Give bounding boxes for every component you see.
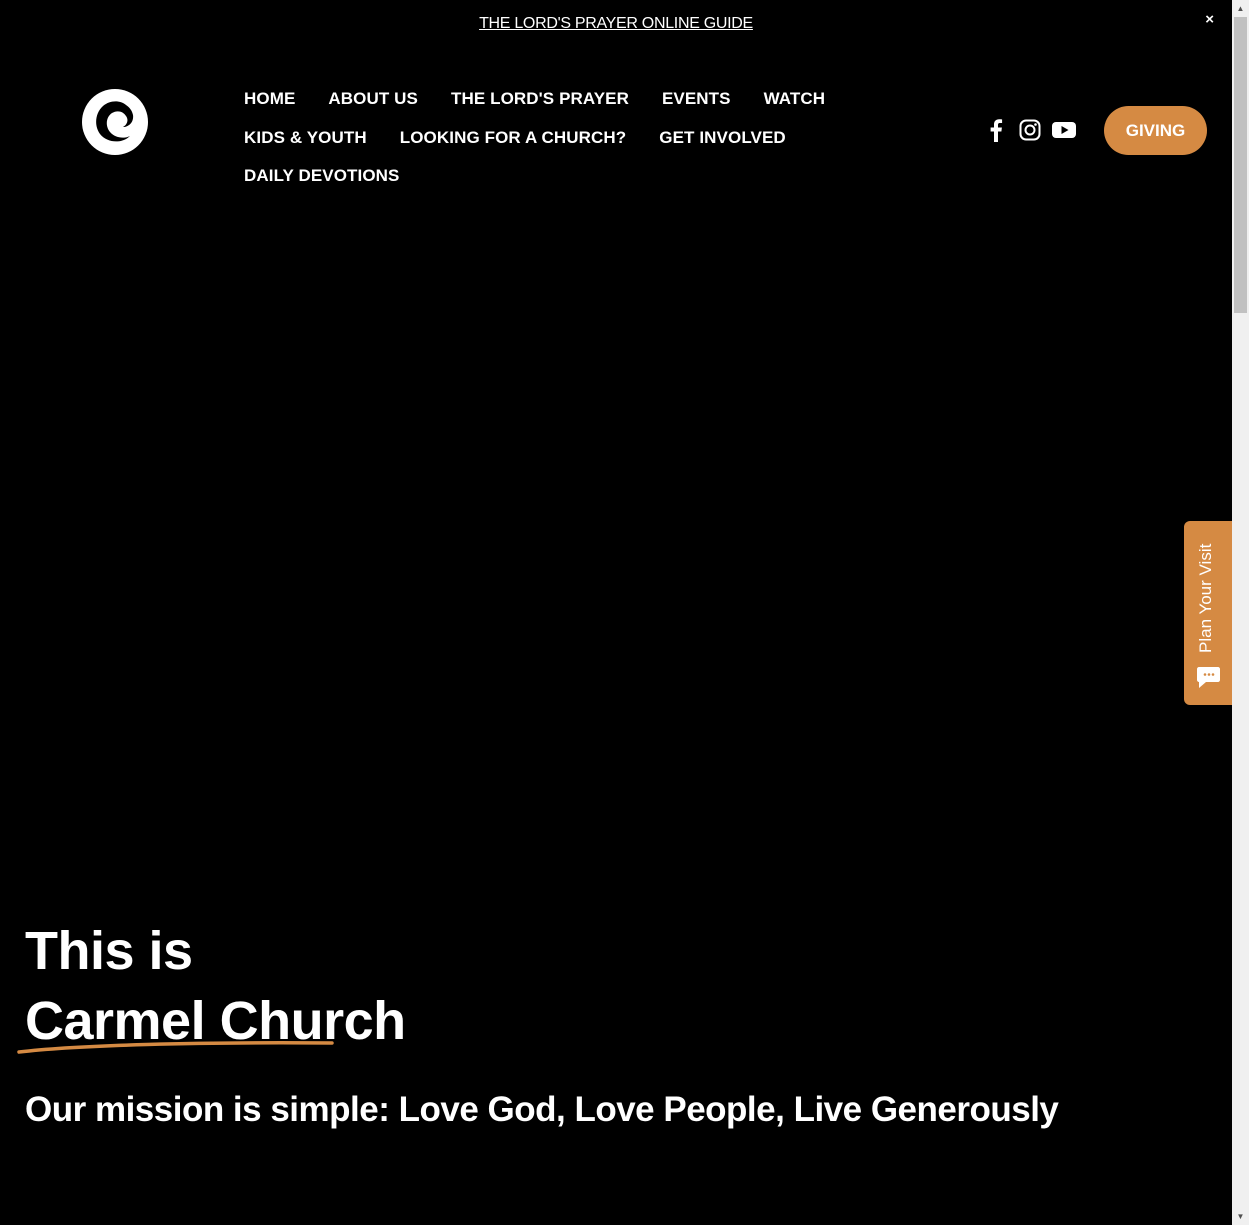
nav-item-home[interactable]: HOME xyxy=(244,89,295,109)
scrollbar-thumb[interactable] xyxy=(1234,17,1247,313)
nav-item-lords-prayer[interactable]: THE LORD'S PRAYER xyxy=(451,89,629,109)
youtube-icon[interactable] xyxy=(1052,118,1076,142)
social-links xyxy=(984,118,1086,142)
nav-row: HOME ABOUT US THE LORD'S PRAYER EVENTS W… xyxy=(244,80,884,119)
main-nav: HOME ABOUT US THE LORD'S PRAYER EVENTS W… xyxy=(244,80,884,196)
announcement-bar: THE LORD'S PRAYER ONLINE GUIDE × xyxy=(0,0,1232,50)
accent-underline xyxy=(17,1041,334,1054)
vertical-scrollbar[interactable]: ▲ ▼ xyxy=(1232,0,1249,1225)
nav-row: DAILY DEVOTIONS xyxy=(244,157,884,196)
mission-statement: Our mission is simple: Love God, Love Pe… xyxy=(25,1090,1059,1129)
giving-button[interactable]: GIVING xyxy=(1104,106,1207,155)
facebook-icon[interactable] xyxy=(984,118,1008,142)
announcement-link[interactable]: THE LORD'S PRAYER ONLINE GUIDE xyxy=(0,15,1232,33)
page: THE LORD'S PRAYER ONLINE GUIDE × HOME AB… xyxy=(0,0,1249,1225)
nav-item-watch[interactable]: WATCH xyxy=(764,89,826,109)
close-icon[interactable]: × xyxy=(1205,11,1214,28)
nav-item-get-involved[interactable]: GET INVOLVED xyxy=(659,128,786,148)
scroll-down-arrow-icon[interactable]: ▼ xyxy=(1232,1208,1249,1225)
nav-item-events[interactable]: EVENTS xyxy=(662,89,731,109)
nav-item-about-us[interactable]: ABOUT US xyxy=(328,89,418,109)
plan-your-visit-label: Plan Your Visit xyxy=(1196,543,1215,653)
nav-item-kids-youth[interactable]: KIDS & YOUTH xyxy=(244,128,367,148)
nav-item-daily-devotions[interactable]: DAILY DEVOTIONS xyxy=(244,166,399,186)
chat-bubble-icon xyxy=(1197,667,1220,688)
site-logo[interactable] xyxy=(82,89,148,155)
scroll-up-arrow-icon[interactable]: ▲ xyxy=(1232,0,1249,17)
plan-your-visit-tab[interactable]: Plan Your Visit xyxy=(1184,521,1232,705)
carmel-c-logo-icon xyxy=(82,89,148,155)
nav-item-looking-for-a-church[interactable]: LOOKING FOR A CHURCH? xyxy=(400,128,627,148)
nav-row: KIDS & YOUTH LOOKING FOR A CHURCH? GET I… xyxy=(244,119,884,158)
instagram-icon[interactable] xyxy=(1018,118,1042,142)
hero-heading-line1: This is xyxy=(25,921,193,981)
